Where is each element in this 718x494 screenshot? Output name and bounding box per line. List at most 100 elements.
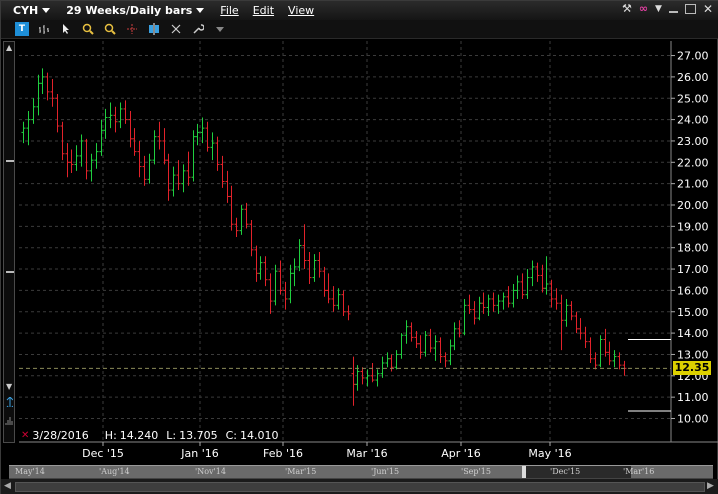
nav-label: May'14 [15, 467, 45, 476]
ohlc-bar [45, 72, 50, 101]
navigator-window[interactable]: 'Dec'15 [526, 466, 631, 478]
close-readout-icon[interactable]: ✕ [21, 430, 29, 441]
scroll-left-icon[interactable]: ◀ [4, 481, 11, 491]
time-axis: Dec '15 Jan '16 Feb '16 Mar '16 Apr '16 May '… [82, 442, 572, 460]
ohlc-bar [55, 93, 60, 133]
y-tick-label: 13.00 [677, 348, 709, 361]
price-chart[interactable]: 10.0011.0012.0013.0014.0015.0016.0017.00… [1, 1, 718, 465]
ohlc-bar [195, 123, 200, 146]
ohlc-bar [249, 219, 254, 257]
ohlc-bar [583, 326, 588, 349]
scrollbar-thumb[interactable] [15, 482, 705, 492]
ohlc-bar [89, 153, 94, 182]
y-tick-label: 26.00 [677, 71, 709, 84]
ohlc-bar [394, 350, 399, 370]
ohlc-bar [506, 286, 511, 308]
ohlc-bar [404, 320, 409, 344]
y-tick-label: 23.00 [677, 135, 709, 148]
y-tick-label: 24.00 [677, 114, 709, 127]
y-tick-label: 10.00 [677, 413, 709, 426]
readout-close: 14.010 [240, 429, 279, 442]
ohlc-bar [79, 134, 84, 167]
ohlc-bar [31, 98, 36, 124]
ohlc-bar [225, 170, 230, 203]
ohlc-bar [365, 369, 370, 387]
ohlc-bar [399, 333, 404, 359]
ohlc-bar [336, 288, 341, 310]
ohlc-bar [142, 155, 147, 186]
ohlc-bar [118, 102, 123, 129]
ohlc-bar [229, 185, 234, 231]
y-tick-label: 17.00 [677, 263, 709, 276]
ohlc-bar [186, 151, 191, 186]
ohlc-bar [462, 298, 467, 336]
y-tick-label: 16.00 [677, 284, 709, 297]
readout-low: 13.705 [179, 429, 218, 442]
ohlc-bar [326, 273, 331, 304]
ohlc-bar [423, 330, 428, 357]
ohlc-bar [520, 273, 525, 299]
ohlc-bar [297, 239, 302, 272]
y-tick-label: 14.00 [677, 327, 709, 340]
ohlc-bar [438, 337, 443, 363]
ohlc-bar [40, 68, 45, 94]
ohlc-bar [268, 273, 273, 314]
x-tick-label: Apr '16 [441, 447, 481, 460]
reference-lines [19, 339, 671, 412]
ohlc-bar [191, 130, 196, 182]
ohlc-bar [166, 153, 171, 201]
ohlc-bar [103, 108, 108, 139]
ohlc-bar [215, 136, 220, 171]
ohlc-bar [515, 275, 520, 299]
readout-date: 3/28/2016 [32, 429, 89, 442]
readout-low-label: L: [166, 429, 177, 442]
ohlc-bar [128, 111, 133, 148]
ohlc-bar [564, 298, 569, 327]
grid [19, 41, 718, 443]
horizontal-scrollbar[interactable]: ◀ ▶ [1, 479, 718, 494]
ohlc-bar [481, 292, 486, 314]
last-price-tag: 12.35 [673, 361, 711, 376]
ohlc-bar [69, 149, 74, 173]
ohlc-bar [418, 335, 423, 359]
ohlc-bar [477, 296, 482, 321]
scroll-right-icon[interactable]: ▶ [707, 481, 714, 491]
ohlc-bar [607, 341, 612, 366]
ohlc-bar [389, 354, 394, 372]
ohlc-bars [21, 68, 627, 406]
y-tick-label: 18.00 [677, 242, 709, 255]
ohlc-bar [210, 132, 215, 161]
x-tick-label: Mar '16 [346, 447, 387, 460]
ohlc-bar [36, 74, 41, 116]
ohlc-bar [554, 288, 559, 310]
time-navigator[interactable]: May'14 'Aug'14 'Nov'14 'Mar'15 'Jun'15 '… [9, 465, 713, 479]
ohlc-bar [307, 251, 312, 284]
ohlc-bar [205, 121, 210, 152]
ohlc-bar [322, 266, 327, 297]
ohlc-bar [578, 318, 583, 340]
ohlc-bar [26, 111, 31, 146]
ohlc-bar [511, 283, 516, 308]
ohlc-bar [21, 121, 26, 144]
nav-label: 'Sep'15 [461, 467, 491, 476]
ohlc-bar [254, 245, 259, 282]
ohlc-bar [457, 320, 462, 338]
ohlc-bar [375, 369, 380, 387]
ohlc-bar [302, 224, 307, 270]
ohlc-bar [171, 166, 176, 197]
ohlc-bar [283, 281, 288, 310]
ohlc-bar [603, 328, 608, 357]
ohlc-bar [370, 362, 375, 383]
ohlc-bar [467, 294, 472, 314]
ohlc-bar [94, 143, 99, 169]
ohlc-bar [448, 339, 453, 366]
chart-window: CYH 29 Weeks/Daily bars File Edit View ⚒… [0, 0, 718, 494]
y-tick-label: 20.00 [677, 199, 709, 212]
ohlc-bar [496, 294, 501, 314]
ohlc-bar [181, 164, 186, 193]
ohlc-bar [530, 260, 535, 287]
ohlc-bar [273, 264, 278, 306]
ohlc-bar [312, 254, 317, 282]
ohlc-bar [200, 117, 205, 144]
ohlc-bar [574, 311, 579, 334]
